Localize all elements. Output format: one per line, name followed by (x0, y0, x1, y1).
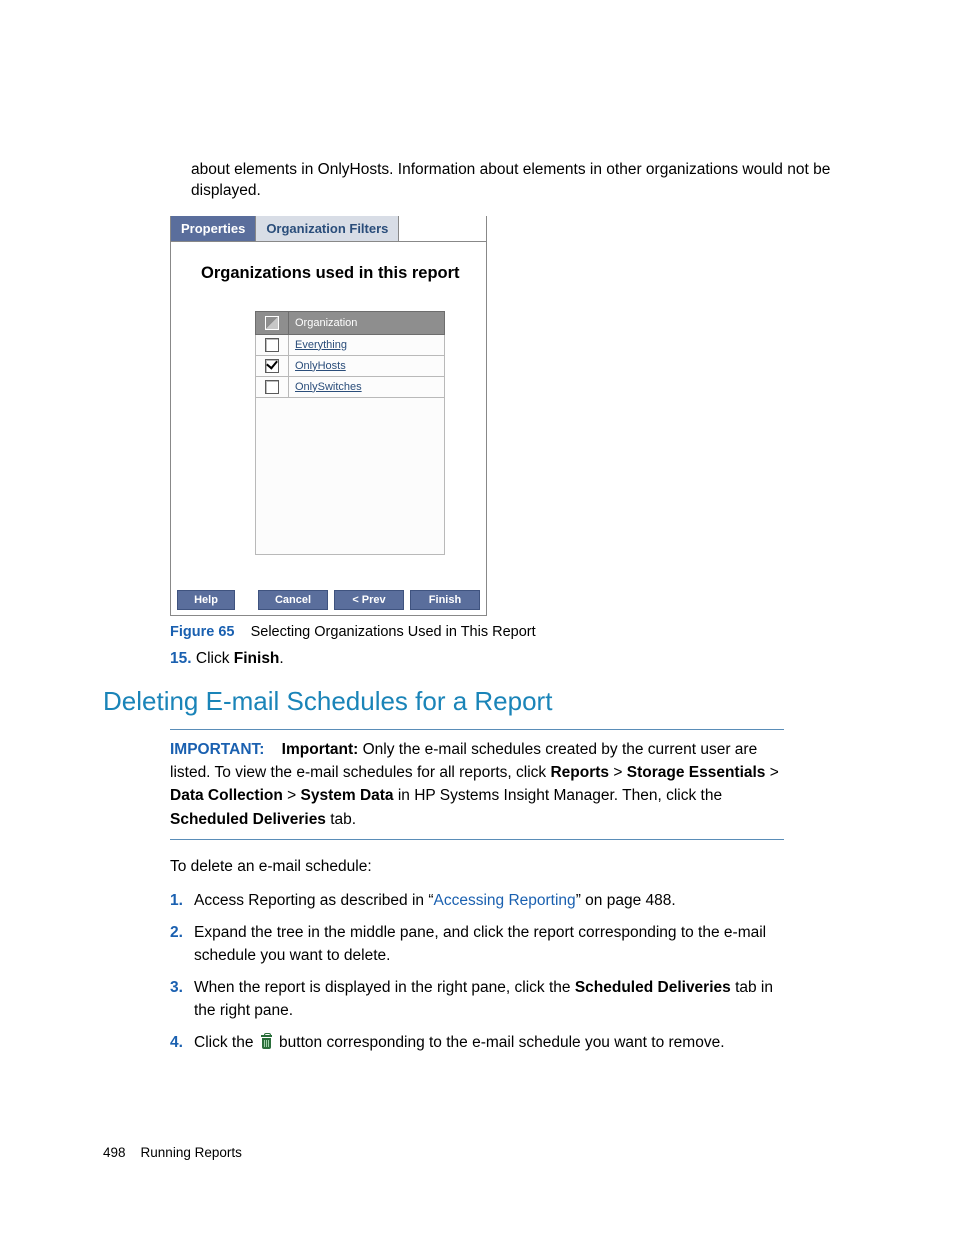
step-text: When the report is displayed in the righ… (194, 979, 575, 996)
important-note: IMPORTANT: Important: Only the e-mail sc… (170, 738, 784, 831)
breadcrumb-sep: > (609, 764, 627, 781)
step-text: Expand the tree in the middle pane, and … (194, 922, 784, 967)
step-number: 15. (170, 650, 192, 667)
step-number: 1. (170, 890, 194, 912)
prev-button[interactable]: < Prev (334, 590, 404, 610)
chapter-title: Running Reports (141, 1145, 242, 1160)
important-text: tab. (326, 811, 356, 828)
tab-name: Scheduled Deliveries (575, 979, 731, 996)
organization-link[interactable]: OnlyHosts (295, 360, 346, 372)
important-label: IMPORTANT: (170, 741, 264, 758)
step-number: 3. (170, 977, 194, 1022)
list-item: 3. When the report is displayed in the r… (170, 977, 784, 1022)
dialog-tabs: Properties Organization Filters (171, 216, 486, 242)
step-number: 4. (170, 1032, 194, 1054)
table-empty-area (256, 397, 445, 554)
figure-caption-text: Selecting Organizations Used in This Rep… (251, 624, 536, 640)
organization-column-header: Organization (289, 311, 445, 334)
page-number: 498 (103, 1145, 126, 1160)
row-checkbox[interactable] (265, 380, 279, 394)
organization-link[interactable]: Everything (295, 339, 347, 351)
help-button[interactable]: Help (177, 590, 235, 610)
organization-link[interactable]: OnlySwitches (295, 381, 362, 393)
section-heading: Deleting E-mail Schedules for a Report (103, 686, 851, 717)
cross-reference-link[interactable]: Accessing Reporting (434, 892, 576, 909)
row-checkbox[interactable] (265, 338, 279, 352)
step-15: 15. Click Finish. (170, 650, 851, 668)
tab-name: Scheduled Deliveries (170, 811, 326, 828)
step-text: Click the (194, 1034, 258, 1051)
figure-label: Figure 65 (170, 624, 234, 640)
table-row: Everything (256, 334, 445, 355)
row-checkbox[interactable] (265, 359, 279, 373)
figure-screenshot: Properties Organization Filters Organiza… (170, 216, 851, 616)
important-text: in HP Systems Insight Manager. Then, cli… (394, 787, 723, 804)
step-bold: Finish (234, 650, 280, 667)
dialog-footer: Help Cancel < Prev Finish (171, 585, 486, 615)
intro-paragraph: about elements in OnlyHosts. Information… (191, 160, 851, 202)
table-row: OnlySwitches (256, 376, 445, 397)
breadcrumb-sep: > (765, 764, 778, 781)
trash-icon (260, 1035, 273, 1049)
breadcrumb-item: System Data (301, 787, 394, 804)
breadcrumb-item: Storage Essentials (627, 764, 766, 781)
checkbox-icon (265, 316, 279, 330)
figure-caption: Figure 65 Selecting Organizations Used i… (170, 624, 851, 640)
step-text: button corresponding to the e-mail sched… (275, 1034, 725, 1051)
organization-table: Organization Everything OnlyHosts (255, 311, 445, 555)
finish-button[interactable]: Finish (410, 590, 480, 610)
step-text: ” on page 488. (576, 892, 676, 909)
ordered-steps: 1. Access Reporting as described in “Acc… (170, 890, 784, 1055)
breadcrumb-item: Data Collection (170, 787, 283, 804)
org-filter-dialog: Properties Organization Filters Organiza… (170, 216, 487, 616)
step-text: . (279, 650, 283, 667)
tab-organization-filters[interactable]: Organization Filters (256, 216, 399, 241)
list-item: 1. Access Reporting as described in “Acc… (170, 890, 784, 912)
page-footer: 498 Running Reports (103, 1145, 851, 1160)
list-item: 4. Click the button corresponding to the… (170, 1032, 784, 1054)
list-item: 2. Expand the tree in the middle pane, a… (170, 922, 784, 967)
tab-properties[interactable]: Properties (171, 216, 256, 241)
breadcrumb-item: Reports (550, 764, 609, 781)
breadcrumb-sep: > (283, 787, 301, 804)
select-all-header[interactable] (256, 311, 289, 334)
divider (170, 839, 784, 840)
table-row: OnlyHosts (256, 355, 445, 376)
procedure-intro: To delete an e-mail schedule: (170, 858, 784, 876)
cancel-button[interactable]: Cancel (258, 590, 328, 610)
divider (170, 729, 784, 730)
step-number: 2. (170, 922, 194, 967)
step-text: Access Reporting as described in “ (194, 892, 434, 909)
step-text: Click (196, 650, 234, 667)
important-lead: Important: (282, 741, 359, 758)
dialog-heading: Organizations used in this report (201, 264, 470, 283)
